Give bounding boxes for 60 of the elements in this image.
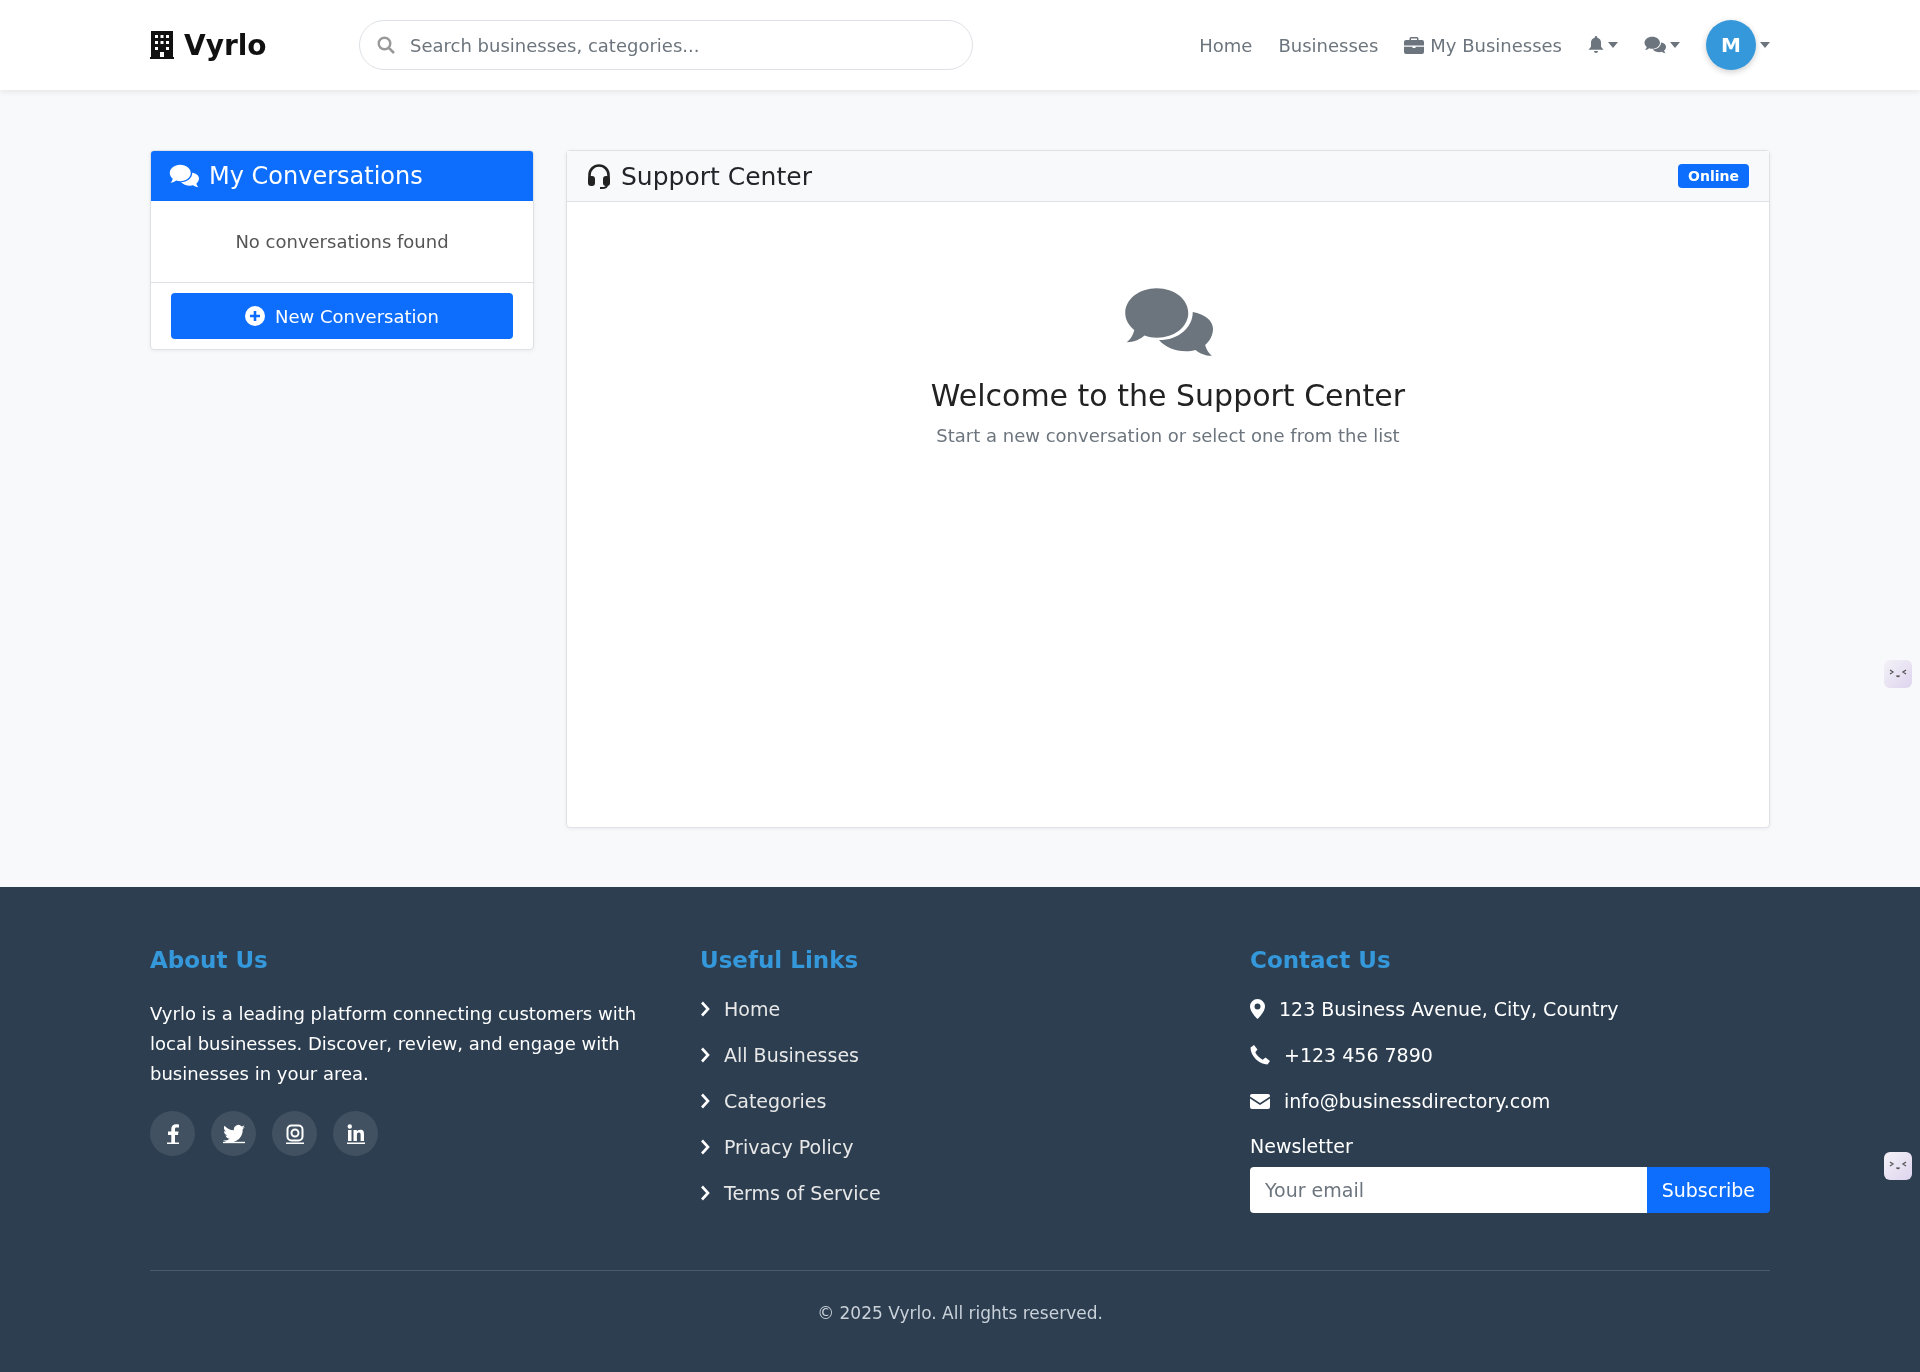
footer-link[interactable]: Home bbox=[724, 998, 781, 1020]
widget-icon[interactable] bbox=[1884, 1152, 1912, 1180]
envelope-icon bbox=[1250, 1093, 1270, 1109]
messages-dropdown[interactable] bbox=[1644, 36, 1680, 54]
caret-icon bbox=[1670, 42, 1680, 48]
welcome-title: Welcome to the Support Center bbox=[930, 378, 1406, 413]
subscribe-button[interactable]: Subscribe bbox=[1646, 1167, 1770, 1213]
search-icon bbox=[377, 36, 395, 54]
caret-icon bbox=[1760, 42, 1770, 48]
newsletter-label: Newsletter bbox=[1250, 1135, 1354, 1157]
chat-icon bbox=[1122, 286, 1214, 358]
contact-text: 123 Business Avenue, City, Country bbox=[1279, 998, 1619, 1020]
phone-icon bbox=[1250, 1045, 1270, 1065]
user-avatar: M bbox=[1706, 20, 1756, 70]
chevron-icon bbox=[700, 1001, 710, 1017]
footer-link[interactable]: Terms of Service bbox=[724, 1182, 881, 1204]
facebook-icon bbox=[166, 1123, 179, 1144]
map-pin-icon bbox=[1250, 999, 1265, 1019]
nav-link[interactable]: My Businesses bbox=[1404, 34, 1562, 56]
social-button[interactable] bbox=[333, 1111, 378, 1156]
status-badge: Online bbox=[1678, 164, 1749, 188]
contact-text: +123 456 7890 bbox=[1284, 1044, 1433, 1066]
nav-link[interactable]: Businesses bbox=[1278, 34, 1379, 56]
section-title: Contact Us bbox=[1250, 947, 1392, 973]
plus-circle-icon bbox=[245, 306, 265, 326]
instagram-icon bbox=[285, 1123, 304, 1144]
section-title: About Us bbox=[150, 947, 269, 973]
email-field[interactable]: Your email bbox=[1250, 1167, 1647, 1213]
notifications-dropdown[interactable] bbox=[1588, 36, 1618, 54]
footer-link[interactable]: Privacy Policy bbox=[724, 1136, 854, 1158]
chevron-icon bbox=[700, 1139, 710, 1155]
search-field[interactable]: Search businesses, categories... bbox=[359, 20, 973, 70]
chevron-icon bbox=[700, 1047, 710, 1063]
footer-link[interactable]: All Businesses bbox=[724, 1044, 859, 1066]
briefcase-icon bbox=[1404, 36, 1425, 54]
chat-icon bbox=[169, 164, 199, 188]
welcome-subtitle: Start a new conversation or select one from the list bbox=[936, 425, 1400, 446]
building-icon bbox=[150, 31, 174, 59]
social-button[interactable] bbox=[211, 1111, 256, 1156]
social-button[interactable] bbox=[272, 1111, 317, 1156]
chevron-icon bbox=[700, 1185, 710, 1201]
nav-link[interactable]: Home bbox=[1199, 34, 1253, 56]
headset-icon bbox=[587, 163, 611, 189]
contact-text: info@businessdirectory.com bbox=[1284, 1090, 1551, 1112]
twitter-icon bbox=[222, 1123, 245, 1144]
new-conversation-button[interactable]: New Conversation bbox=[171, 293, 513, 339]
about-text: Vyrlo is a leading platform connecting customers with local businesses. Discover, review, and engage with businesses in your area. bbox=[150, 1002, 638, 1086]
social-button[interactable] bbox=[150, 1111, 195, 1156]
caret-icon bbox=[1608, 42, 1618, 48]
section-title: Useful Links bbox=[700, 947, 860, 973]
bell-icon bbox=[1588, 36, 1604, 54]
brand-name[interactable]: Vyrlo bbox=[184, 28, 267, 62]
card-title: My Conversations bbox=[209, 162, 423, 190]
footer-link[interactable]: Categories bbox=[724, 1090, 827, 1112]
empty-message: No conversations found bbox=[151, 201, 533, 283]
chat-icon bbox=[1644, 36, 1666, 54]
copyright-text: © 2025 Vyrlo. All rights reserved. bbox=[816, 1303, 1104, 1323]
chevron-icon bbox=[700, 1093, 710, 1109]
linkedin-icon bbox=[346, 1123, 365, 1144]
card-title: Support Center bbox=[621, 161, 812, 191]
